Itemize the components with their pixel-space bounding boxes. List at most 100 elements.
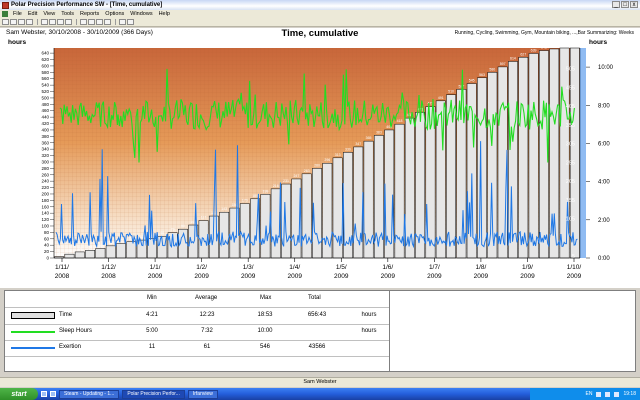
- legend-avg: 7:32: [201, 328, 213, 334]
- open-icon[interactable]: [10, 19, 17, 25]
- bar-value-label: 656: [572, 43, 578, 47]
- time-bar: [508, 61, 518, 259]
- menu-bar: File Edit View Tools Reports Options Win…: [0, 10, 640, 18]
- x-tick-label-month: 1/3/: [243, 264, 254, 271]
- security-icon[interactable]: [614, 391, 620, 397]
- x-tick-label-month: 1/2/: [196, 264, 207, 271]
- status-bar: Sam Webster: [0, 377, 640, 387]
- toolbar: [0, 18, 640, 27]
- week-icon[interactable]: [49, 19, 56, 25]
- new-icon[interactable]: [2, 19, 9, 25]
- legend-row-sleep[interactable]: Sleep Hours 5:00 7:32 10:00 hours: [5, 325, 389, 339]
- left-tick-label: 440: [41, 115, 49, 120]
- x-tick-label-year: 2009: [241, 273, 256, 280]
- x-axis-ticks: 1/11/2008 1/12/2008 1/1/2009 1/2/2009 1/3/20…: [55, 258, 582, 280]
- menu-file[interactable]: File: [10, 11, 25, 17]
- report-icon[interactable]: [88, 19, 95, 25]
- settings-icon[interactable]: [119, 19, 126, 25]
- app-icon: [2, 1, 9, 9]
- network-icon[interactable]: [596, 391, 602, 397]
- windows-taskbar: start Steam - Updating - 1... Polar Prec…: [0, 388, 640, 400]
- menu-reports[interactable]: Reports: [77, 11, 102, 17]
- chart-icon[interactable]: [104, 19, 111, 25]
- maximize-button[interactable]: □: [621, 1, 629, 8]
- left-tick-label: 40: [44, 243, 50, 248]
- task-irfanview[interactable]: Irfanview: [187, 389, 218, 399]
- time-bar: [301, 173, 312, 259]
- menu-help[interactable]: Help: [156, 11, 173, 17]
- volume-icon[interactable]: [605, 391, 611, 397]
- legend-min: 4:21: [146, 312, 158, 318]
- inner-right-tick-label: 305: [566, 142, 575, 148]
- quick-launch-icon[interactable]: [41, 391, 47, 397]
- bar-value-label: 653: [551, 44, 557, 48]
- window-title: Polar Precision Performance SW - [Time, …: [11, 2, 163, 8]
- month-icon[interactable]: [57, 19, 64, 25]
- document-icon[interactable]: [2, 11, 8, 17]
- task-polar[interactable]: Polar Precision Perfor...: [122, 389, 185, 399]
- left-axis-unit: hours: [8, 39, 27, 46]
- time-bar: [528, 53, 539, 259]
- bar-value-label: 510: [448, 90, 454, 94]
- quick-launch-icon[interactable]: [50, 391, 56, 397]
- legend-row-exertion[interactable]: Exertion 11 61 546 43566: [5, 341, 389, 355]
- menu-tools[interactable]: Tools: [58, 11, 77, 17]
- inner-right-tick-label: 5: [572, 254, 575, 260]
- language-indicator[interactable]: EN: [586, 391, 593, 397]
- cumulative-time-chart[interactable]: 41219 24 303845 51 56 61687990103117131143156…: [0, 28, 640, 288]
- bar-value-label: 4: [58, 252, 60, 256]
- chart-panel: Time, cumulative Sam Webster, 30/10/2008…: [0, 28, 640, 288]
- minimize-button[interactable]: _: [612, 1, 620, 8]
- bar-value-label: 614: [510, 56, 516, 60]
- bar-value-label: 247: [293, 174, 299, 178]
- close-button[interactable]: x: [630, 1, 638, 8]
- time-bar: [281, 183, 291, 259]
- bar-value-label: 24: [88, 245, 92, 249]
- left-tick-label: 160: [41, 204, 49, 209]
- bar-value-label: 330: [345, 147, 351, 151]
- time-bar: [239, 203, 250, 259]
- system-tray: EN 19:18: [530, 388, 640, 400]
- menu-edit[interactable]: Edit: [25, 11, 40, 17]
- save-icon[interactable]: [18, 19, 25, 25]
- bar-value-label: 656: [562, 43, 568, 47]
- menu-windows[interactable]: Windows: [127, 11, 155, 17]
- right-axis-unit: hours: [589, 39, 608, 46]
- task-steam[interactable]: Steam - Updating - 1...: [59, 389, 120, 399]
- time-bar: [229, 207, 240, 259]
- bar-value-label: 491: [438, 96, 444, 100]
- legend-row-time[interactable]: Time 4:21 12:23 18:53 656:43 hours: [5, 309, 389, 323]
- legend-max: 10:00: [257, 328, 273, 334]
- legend-total: 43566: [308, 344, 326, 350]
- bar-value-label: 347: [355, 142, 361, 146]
- help-icon[interactable]: [127, 19, 134, 25]
- left-tick-label: 400: [41, 127, 49, 132]
- year-icon[interactable]: [65, 19, 72, 25]
- left-tick-label: 200: [41, 191, 49, 196]
- x-tick-label-year: 2008: [101, 273, 116, 280]
- diary-icon[interactable]: [41, 19, 48, 25]
- menu-view[interactable]: View: [40, 11, 58, 17]
- time-bar: [270, 188, 281, 259]
- time-bar: [74, 251, 85, 259]
- menu-options[interactable]: Options: [102, 11, 127, 17]
- tests-icon[interactable]: [96, 19, 103, 25]
- x-tick-label-month: 1/7/: [429, 264, 440, 271]
- bar-value-label: 216: [273, 184, 279, 188]
- time-bar: [95, 248, 106, 259]
- inner-right-tick-label: 355: [566, 123, 575, 129]
- left-tick-label: 300: [41, 159, 49, 164]
- x-tick-label-month: 1/12/: [101, 264, 116, 271]
- left-tick-label: 460: [41, 108, 49, 113]
- print-icon[interactable]: [26, 19, 33, 25]
- exercise-icon[interactable]: [80, 19, 87, 25]
- left-tick-label: 120: [41, 217, 49, 222]
- left-tick-label: 500: [41, 95, 49, 100]
- bar-value-label: 19: [78, 247, 82, 251]
- left-tick-label: 140: [41, 211, 49, 216]
- start-button[interactable]: start: [0, 388, 38, 400]
- legend-header-min: Min: [147, 295, 157, 301]
- left-tick-label: 540: [41, 83, 49, 88]
- bar-value-label: 56: [140, 235, 144, 239]
- x-tick-label-year: 2009: [427, 273, 442, 280]
